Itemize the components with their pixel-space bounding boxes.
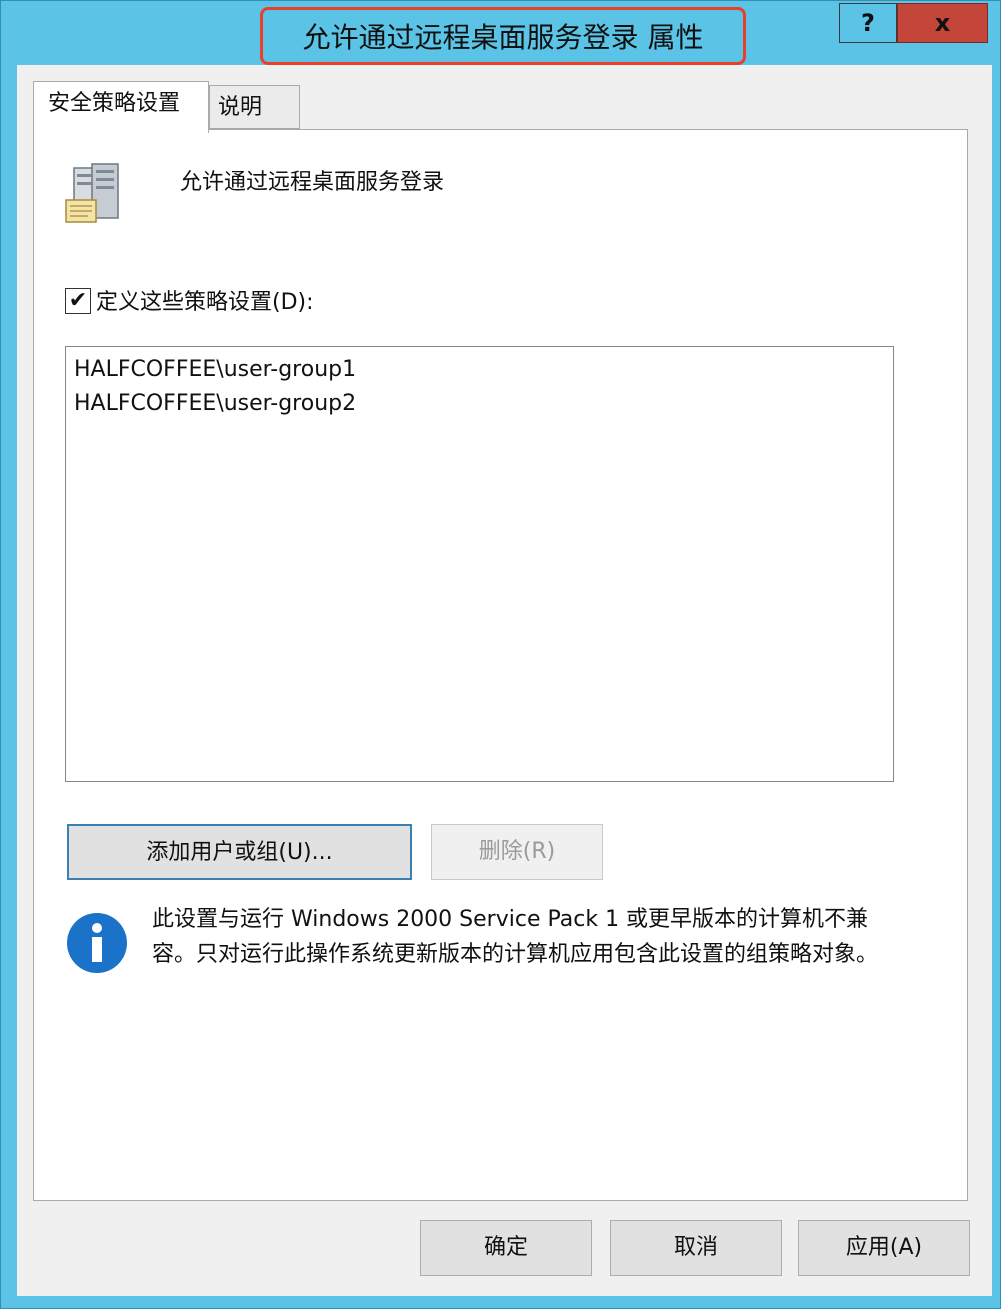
tab-security-policy[interactable]: 安全策略设置 [33,81,209,133]
tab-panel: 允许通过远程桌面服务登录 ✔ 定义这些策略设置(D): HALFCOFFEE\u… [33,129,968,1201]
add-user-or-group-button[interactable]: 添加用户或组(U)... [67,824,412,880]
window-title: 允许通过远程桌面服务登录 属性 [302,21,704,54]
ok-button[interactable]: 确定 [420,1220,592,1276]
apply-button[interactable]: 应用(A) [798,1220,970,1276]
title-bar[interactable]: 允许通过远程桌面服务登录 属性 ? x [1,1,1001,65]
close-button[interactable]: x [897,3,988,43]
tab-explain[interactable]: 说明 [209,85,300,129]
title-highlight: 允许通过远程桌面服务登录 属性 [260,7,746,65]
list-item[interactable]: HALFCOFFEE\user-group2 [74,387,885,421]
members-listbox[interactable]: HALFCOFFEE\user-group1 HALFCOFFEE\user-g… [65,346,894,782]
define-settings-checkbox[interactable]: ✔ [65,288,91,314]
define-settings-label[interactable]: 定义这些策略设置(D): [96,284,314,316]
info-icon [67,913,127,973]
policy-name: 允许通过远程桌面服务登录 [180,170,445,195]
dialog-body: 安全策略设置 说明 允许通过远程桌面服务登录 ✔ 定义这些策略设置(D): HA… [17,65,992,1296]
properties-dialog: 允许通过远程桌面服务登录 属性 ? x 安全策略设置 说明 允许通过远程桌面服务… [0,0,1001,1309]
cancel-button[interactable]: 取消 [610,1220,782,1276]
compatibility-note: 此设置与运行 Windows 2000 Service Pack 1 或更早版本… [152,907,879,967]
help-button[interactable]: ? [839,3,897,43]
remove-button[interactable]: 删除(R) [431,824,603,880]
list-item[interactable]: HALFCOFFEE\user-group1 [74,353,885,387]
server-policy-icon [65,163,119,223]
